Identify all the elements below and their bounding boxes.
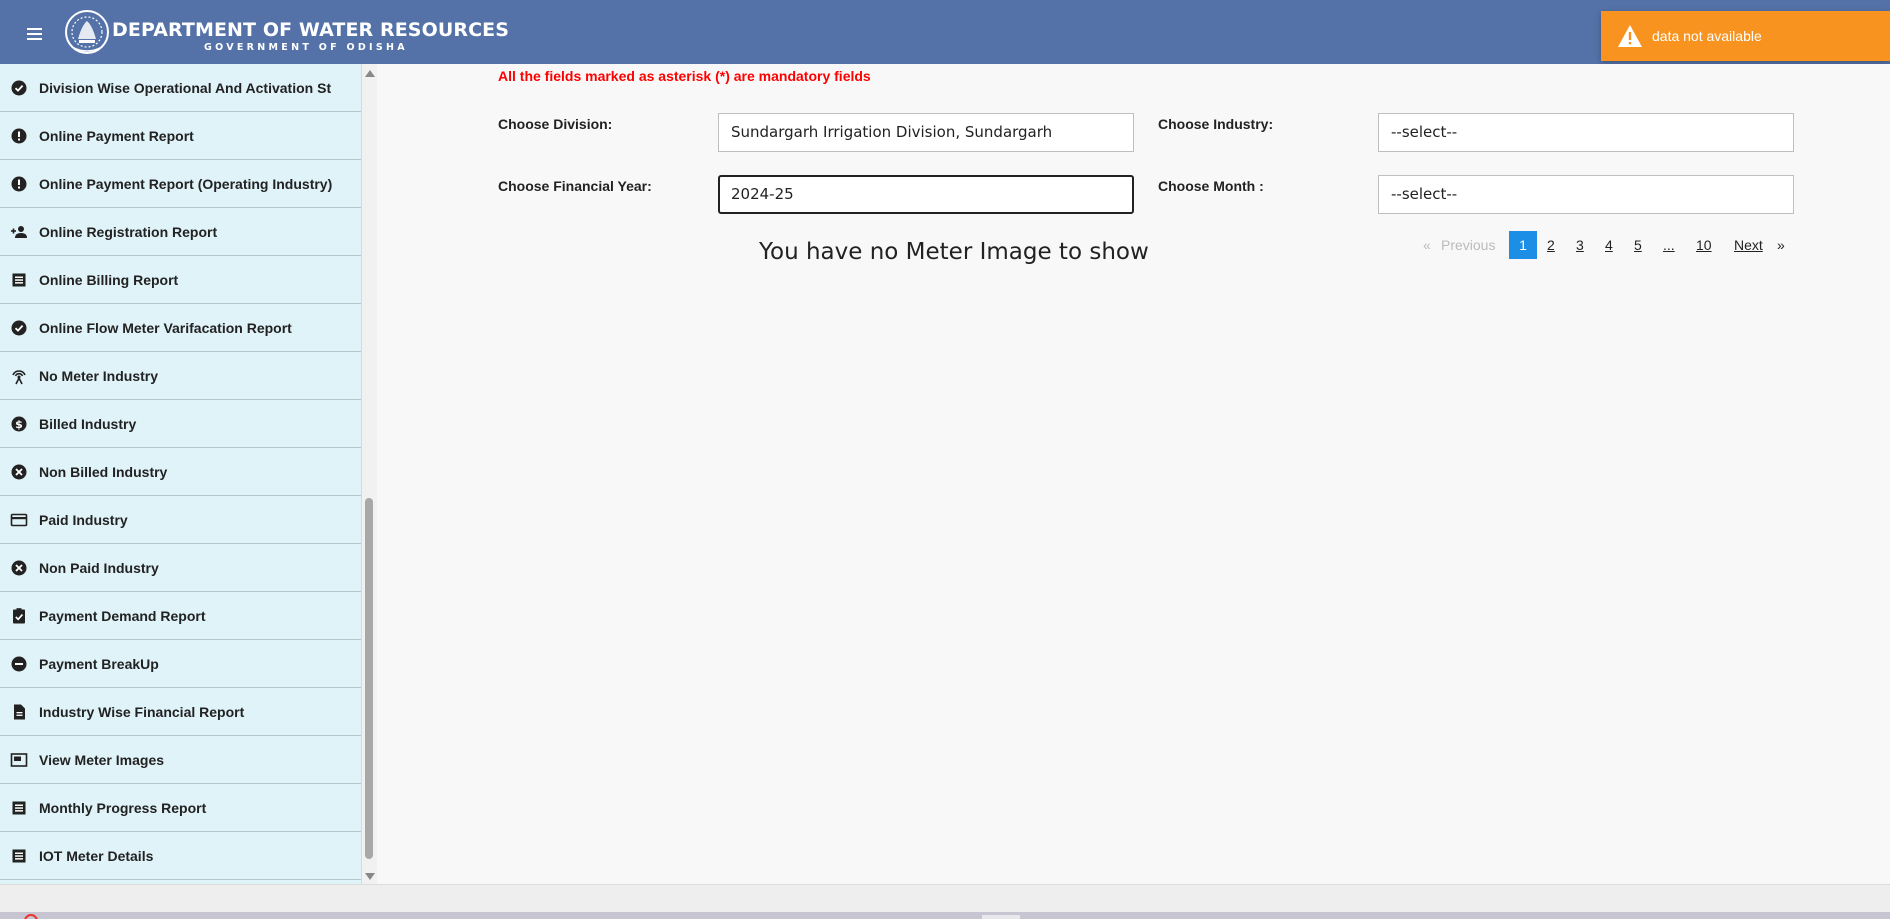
financial-year-select[interactable]: 2024-25: [718, 175, 1134, 214]
sidebar-item-online-billing[interactable]: Online Billing Report: [0, 256, 361, 304]
list-icon: [12, 801, 26, 815]
cancel-circle-icon: [11, 464, 27, 480]
sidebar-item-iot-meter-details[interactable]: IOT Meter Details: [0, 832, 361, 880]
document-icon: [14, 704, 25, 720]
credit-card-icon: [10, 513, 28, 527]
clipboard-check-icon: [13, 608, 25, 624]
pagination-page-5[interactable]: 5: [1634, 231, 1642, 259]
taskbar-tab[interactable]: [982, 915, 1020, 919]
sidebar-item-label: Online Flow Meter Varifacation Report: [39, 320, 292, 336]
person-add-icon: [11, 226, 27, 238]
scroll-down-arrow-icon[interactable]: [365, 873, 375, 880]
sidebar-item-label: Division Wise Operational And Activation…: [39, 80, 332, 96]
pagination-ellipsis[interactable]: ...: [1663, 231, 1675, 259]
pagination-next[interactable]: Next: [1734, 231, 1763, 259]
toast-notification[interactable]: data not available: [1601, 11, 1890, 61]
list-icon: [12, 273, 26, 287]
sidebar-item-label: Paid Industry: [39, 512, 128, 528]
sidebar-item-label: Online Registration Report: [39, 224, 218, 240]
scrollbar-thumb[interactable]: [365, 498, 373, 859]
sidebar-item-label: Industry Wise Financial Report: [39, 704, 245, 720]
sidebar-item-label: Online Payment Report: [39, 128, 194, 144]
division-select[interactable]: Sundargarh Irrigation Division, Sundarga…: [718, 113, 1134, 152]
sidebar-scrollbar[interactable]: [362, 64, 377, 884]
sidebar-item-monthly-progress[interactable]: Monthly Progress Report: [0, 784, 361, 832]
sidebar-item-paid-industry[interactable]: Paid Industry: [0, 496, 361, 544]
division-label: Choose Division:: [498, 116, 613, 132]
sidebar-item-label: Non Billed Industry: [39, 464, 168, 480]
sidebar-item-label: Payment Demand Report: [39, 608, 206, 624]
sidebar-nav: Division Wise Operational And Activation…: [0, 64, 362, 884]
pagination: « Previous 1 2 3 4 5 ... 10 Next »: [377, 231, 1890, 259]
sidebar-item-non-billed-industry[interactable]: Non Billed Industry: [0, 448, 361, 496]
broadcast-icon: [12, 370, 26, 385]
sidebar-item-label: Online Payment Report (Operating Industr…: [39, 176, 333, 192]
pagination-page-2[interactable]: 2: [1547, 231, 1555, 259]
sidebar-item-division-wise-operational[interactable]: Division Wise Operational And Activation…: [0, 64, 361, 112]
taskbar-strip: [0, 912, 1890, 919]
sidebar-item-label: Monthly Progress Report: [39, 800, 207, 816]
sidebar-item-online-payment-operating[interactable]: Online Payment Report (Operating Industr…: [0, 160, 361, 208]
department-subtitle: GOVERNMENT OF ODISHA: [204, 42, 408, 53]
scroll-up-arrow-icon[interactable]: [365, 70, 375, 77]
sidebar-item-online-payment-report[interactable]: Online Payment Report: [0, 112, 361, 160]
month-label: Choose Month :: [1158, 178, 1264, 194]
pagination-page-10[interactable]: 10: [1696, 231, 1712, 259]
sidebar-item-label: View Meter Images: [39, 752, 165, 768]
cancel-circle-icon: [11, 560, 27, 576]
sidebar-item-payment-breakup[interactable]: Payment BreakUp: [0, 640, 361, 688]
sidebar-item-label: Billed Industry: [39, 416, 137, 432]
pagination-page-3[interactable]: 3: [1576, 231, 1584, 259]
month-select[interactable]: --select--: [1378, 175, 1794, 214]
list-icon: [12, 849, 26, 863]
industry-label: Choose Industry:: [1158, 116, 1274, 132]
hamburger-menu-icon[interactable]: [22, 20, 48, 46]
sidebar-item-label: Payment BreakUp: [39, 656, 159, 672]
minus-circle-icon: [11, 656, 27, 672]
pagination-next-arrow-icon[interactable]: »: [1777, 231, 1785, 259]
bottom-status-bar: [0, 884, 1890, 919]
alert-circle-icon: [11, 176, 27, 192]
check-circle-icon: [11, 320, 27, 336]
sidebar-item-view-meter-images[interactable]: View Meter Images: [0, 736, 361, 784]
toast-message: data not available: [1652, 28, 1762, 44]
alert-circle-icon: [11, 128, 27, 144]
sidebar-item-payment-demand-report[interactable]: Payment Demand Report: [0, 592, 361, 640]
department-title: DEPARTMENT OF WATER RESOURCES: [112, 19, 510, 41]
pagination-prev-arrow-icon: «: [1423, 237, 1431, 253]
sidebar-item-label: Online Billing Report: [39, 272, 179, 288]
main-content: All the fields marked as asterisk (*) ar…: [377, 64, 1890, 884]
sidebar-item-industry-wise-financial[interactable]: Industry Wise Financial Report: [0, 688, 361, 736]
sidebar-item-no-meter-industry[interactable]: No Meter Industry: [0, 352, 361, 400]
state-emblem-logo: [65, 10, 109, 54]
industry-select[interactable]: --select--: [1378, 113, 1794, 152]
mandatory-fields-note: All the fields marked as asterisk (*) ar…: [498, 68, 871, 84]
check-circle-icon: [11, 80, 27, 96]
pagination-page-1[interactable]: 1: [1509, 231, 1537, 259]
sidebar-item-label: Non Paid Industry: [39, 560, 159, 576]
sidebar-item-online-registration[interactable]: Online Registration Report: [0, 208, 361, 256]
image-card-icon: [10, 753, 28, 767]
sidebar-item-label: No Meter Industry: [39, 368, 159, 384]
sidebar-item-billed-industry[interactable]: $ Billed Industry: [0, 400, 361, 448]
dollar-circle-icon: $: [11, 416, 27, 432]
warning-icon: [1618, 25, 1642, 47]
pagination-page-4[interactable]: 4: [1605, 231, 1613, 259]
sidebar-item-flow-meter-verification[interactable]: Online Flow Meter Varifacation Report: [0, 304, 361, 352]
financial-year-label: Choose Financial Year:: [498, 178, 652, 194]
pagination-previous: Previous: [1441, 237, 1496, 253]
svg-text:$: $: [15, 418, 23, 431]
sidebar-item-non-paid-industry[interactable]: Non Paid Industry: [0, 544, 361, 592]
sidebar-item-label: IOT Meter Details: [39, 848, 154, 864]
